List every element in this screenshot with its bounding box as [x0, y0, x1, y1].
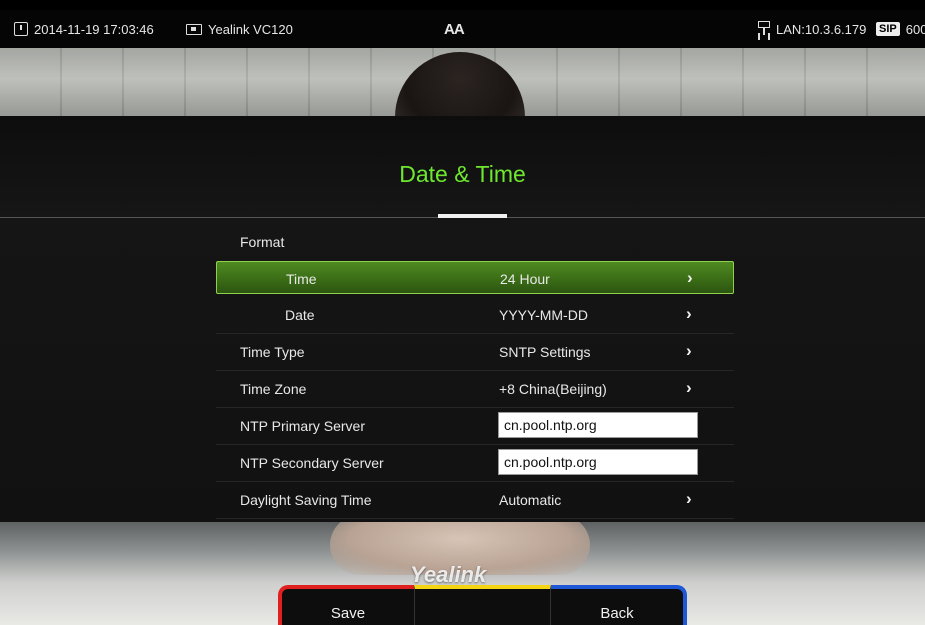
setting-row-time-zone[interactable]: Time Zone +8 China(Beijing) ›	[216, 371, 734, 408]
setting-label: Time	[286, 271, 317, 287]
section-label-format: Format	[240, 234, 285, 250]
back-button[interactable]: Back	[551, 585, 687, 625]
chevron-right-icon: ›	[686, 341, 692, 360]
lan-indicator: LAN:10.3.6.179	[758, 10, 866, 48]
setting-value: Automatic	[499, 492, 562, 508]
setting-label: Date	[285, 307, 315, 323]
chevron-right-icon: ›	[686, 378, 692, 397]
sip-indicator: SIP 6002	[876, 10, 925, 48]
chevron-right-icon: ›	[687, 268, 693, 287]
setting-value: +8 China(Beijing)	[499, 381, 607, 397]
status-bar: 2014-11-19 17:03:46 Yealink VC120 AA LAN…	[0, 10, 925, 48]
sip-icon: SIP	[876, 22, 900, 36]
setting-value: YYYY-MM-DD	[499, 307, 588, 323]
setting-row-time[interactable]: Time 24 Hour ›	[216, 261, 734, 294]
ntp-primary-server-input[interactable]	[498, 412, 698, 438]
settings-panel: Format Time 24 Hour › Date YYYY-MM-DD › …	[0, 218, 925, 522]
setting-value: SNTP Settings	[499, 344, 591, 360]
setting-row-daylight-saving[interactable]: Daylight Saving Time Automatic ›	[216, 482, 734, 519]
chevron-right-icon: ›	[686, 304, 692, 323]
softkey-bar: Save Back	[278, 585, 687, 625]
sip-account: 6002	[905, 21, 925, 37]
save-button[interactable]: Save	[278, 585, 414, 625]
setting-row-time-type[interactable]: Time Type SNTP Settings ›	[216, 334, 734, 371]
lan-address: LAN:10.3.6.179	[776, 21, 867, 37]
datetime-text: 2014-11-19 17:03:46	[34, 21, 154, 37]
title-band: Date & Time	[0, 116, 925, 218]
setting-label: Time Zone	[240, 381, 307, 397]
setting-value: 24 Hour	[500, 271, 550, 287]
setting-label: NTP Secondary Server	[240, 455, 384, 471]
setting-row-ntp-secondary: NTP Secondary Server	[216, 445, 734, 482]
clock-icon	[14, 22, 28, 36]
display-icon	[186, 23, 202, 35]
setting-row-date[interactable]: Date YYYY-MM-DD ›	[216, 297, 734, 334]
font-size-indicator: AA	[444, 10, 465, 48]
ntp-secondary-server-input[interactable]	[498, 449, 698, 475]
setting-row-ntp-primary: NTP Primary Server	[216, 408, 734, 445]
page-title: Date & Time	[399, 161, 526, 187]
setting-label: NTP Primary Server	[240, 418, 365, 434]
network-icon	[758, 21, 770, 37]
device-indicator: Yealink VC120	[186, 10, 293, 48]
chevron-right-icon: ›	[686, 489, 692, 508]
setting-label: Time Type	[240, 344, 305, 360]
font-size-icon: AA	[444, 20, 465, 38]
setting-label: Daylight Saving Time	[240, 492, 372, 508]
device-name: Yealink VC120	[208, 21, 293, 37]
datetime-indicator: 2014-11-19 17:03:46	[14, 10, 154, 48]
yellow-softkey[interactable]	[414, 585, 551, 625]
